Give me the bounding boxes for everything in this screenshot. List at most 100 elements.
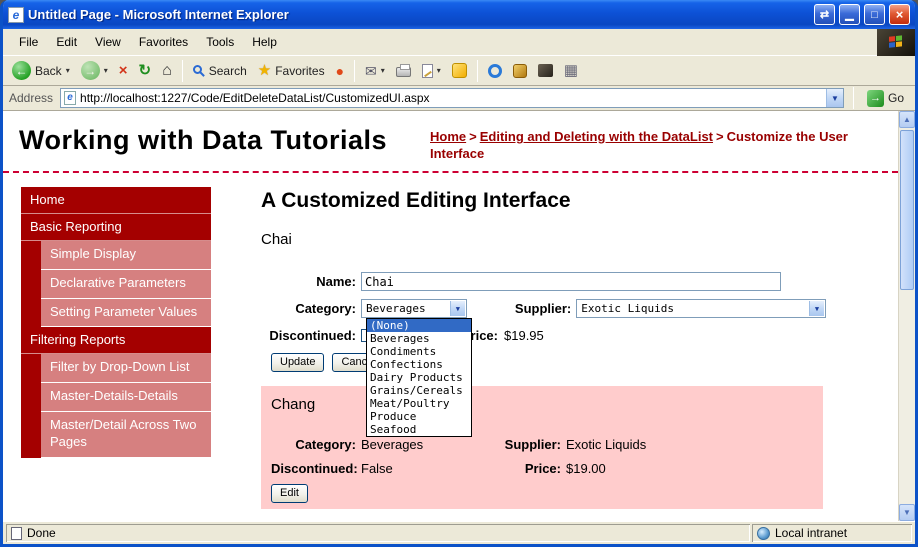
update-button[interactable]: Update <box>271 352 325 372</box>
supplier-dropdown-icon[interactable]: ▼ <box>809 301 824 317</box>
sidebar-nav: Home Basic Reporting Simple Display Decl… <box>21 186 211 459</box>
sidebar-item-master-details-details[interactable]: Master-Details-Details <box>41 383 211 413</box>
close-button[interactable]: × <box>889 4 910 25</box>
intranet-globe-icon <box>757 526 770 540</box>
page-icon: e <box>64 91 77 105</box>
address-dropdown-icon[interactable]: ▼ <box>825 89 843 107</box>
menu-help[interactable]: Help <box>244 32 285 52</box>
sidebar-item-simple-display[interactable]: Simple Display <box>41 240 211 270</box>
messenger-button[interactable] <box>447 60 472 81</box>
view-buttons-row: Edit <box>271 483 813 503</box>
status-left: Done <box>6 524 750 542</box>
maximize-button[interactable]: □ <box>864 4 885 25</box>
dropdown-option-confections[interactable]: Confections <box>367 358 471 371</box>
edit-button-toolbar[interactable]: ▾ <box>417 61 446 81</box>
category-dropdown-list: (None) Beverages Condiments Confections … <box>366 317 472 437</box>
category-label: Category: <box>295 301 356 317</box>
edit-button[interactable]: Edit <box>271 483 308 503</box>
back-icon: ← <box>12 61 31 80</box>
back-button[interactable]: ← Back ▾ <box>7 58 75 83</box>
sidebar-item-home[interactable]: Home <box>21 186 211 214</box>
content-row: Home Basic Reporting Simple Display Decl… <box>3 173 898 509</box>
dropdown-option-seafood[interactable]: Seafood <box>367 423 471 436</box>
print-button[interactable] <box>391 61 416 80</box>
browser-viewport: Working with Data Tutorials Home > Editing… <box>3 111 915 521</box>
search-button[interactable]: Search <box>188 61 252 81</box>
supplier-select-value: Exotic Liquids <box>581 302 674 316</box>
dropdown-option-meat-poultry[interactable]: Meat/Poultry <box>367 397 471 410</box>
grid-button[interactable]: ▦ <box>559 60 583 81</box>
view-category-row: Category: Beverages Supplier: Exotic Liq… <box>271 435 813 455</box>
view-discontinued-row: Discontinued: False Price: $19.00 <box>271 459 813 479</box>
dropdown-option-condiments[interactable]: Condiments <box>367 345 471 358</box>
menu-view[interactable]: View <box>87 32 129 52</box>
view-category-label: Category: <box>295 437 356 453</box>
favorites-button[interactable]: ★ Favorites <box>253 60 330 81</box>
menu-file[interactable]: File <box>11 32 46 52</box>
window-title: Untitled Page - Microsoft Internet Explo… <box>28 7 289 22</box>
forward-caret-icon: ▾ <box>103 66 108 75</box>
back-label: Back <box>35 63 62 78</box>
go-button[interactable]: → Go <box>863 88 911 109</box>
favorites-star-icon: ★ <box>257 62 272 79</box>
dropdown-option-grains-cereals[interactable]: Grains/Cereals <box>367 384 471 397</box>
sidebar-item-filter-by-dropdown-list[interactable]: Filter by Drop-Down List <box>41 354 211 384</box>
home-button[interactable]: ⌂ <box>157 60 177 82</box>
scroll-down-icon[interactable]: ▼ <box>899 504 915 521</box>
page-header: Working with Data Tutorials Home > Editing… <box>3 111 898 173</box>
breadcrumb-home-link[interactable]: Home <box>430 129 466 144</box>
mail-icon: ✉ <box>365 62 377 79</box>
messenger-icon <box>451 63 467 78</box>
binoculars-icon <box>537 64 553 77</box>
media-button[interactable]: ● <box>331 61 349 81</box>
print-icon <box>395 64 411 77</box>
supplier-select[interactable]: Exotic Liquids ▼ <box>576 299 826 319</box>
ie-throbber <box>877 28 915 56</box>
category-select[interactable]: Beverages ▼ <box>361 299 467 319</box>
page-title: A Customized Editing Interface <box>261 188 571 212</box>
vertical-scrollbar[interactable]: ▲ ▼ <box>898 111 915 521</box>
status-zone: Local intranet <box>752 524 912 542</box>
sidebar-item-setting-parameter-values[interactable]: Setting Parameter Values <box>41 298 211 328</box>
sidebar-item-filtering-reports[interactable]: Filtering Reports <box>21 327 211 355</box>
window-arrows-button[interactable]: ⇄ <box>814 4 835 25</box>
sidebar-item-basic-reporting[interactable]: Basic Reporting <box>21 213 211 241</box>
page-area: Working with Data Tutorials Home > Editing… <box>3 111 898 521</box>
edit-caret-icon: ▾ <box>436 66 441 75</box>
dropdown-option-produce[interactable]: Produce <box>367 410 471 423</box>
scroll-up-icon[interactable]: ▲ <box>899 111 915 128</box>
category-dropdown-icon[interactable]: ▼ <box>449 301 465 317</box>
discontinued-row: Discontinued: Price: $19.95 <box>261 326 826 346</box>
menu-tools[interactable]: Tools <box>198 32 242 52</box>
scrollbar-thumb[interactable] <box>900 130 914 290</box>
dropdown-option-none[interactable]: (None) <box>367 318 471 332</box>
discuss-button[interactable] <box>483 61 507 81</box>
discuss-icon <box>487 63 502 78</box>
research-button[interactable] <box>508 61 532 81</box>
status-page-icon <box>11 526 22 540</box>
grid-icon: ▦ <box>563 62 578 79</box>
refresh-button[interactable]: ↻ <box>133 60 156 81</box>
titlebar[interactable]: e Untitled Page - Microsoft Internet Exp… <box>3 0 915 29</box>
sidebar-item-master-detail-across-two-pages[interactable]: Master/Detail Across Two Pages <box>41 412 211 459</box>
breadcrumb-section-link[interactable]: Editing and Deleting with the DataList <box>480 129 713 144</box>
menu-favorites[interactable]: Favorites <box>131 32 196 52</box>
mail-button[interactable]: ✉ ▾ <box>360 61 390 81</box>
tools-extra-button[interactable] <box>533 61 558 80</box>
dropdown-option-dairy-products[interactable]: Dairy Products <box>367 371 471 384</box>
name-label: Name: <box>316 274 356 290</box>
scrollbar-track[interactable] <box>899 128 915 504</box>
address-input[interactable]: e http://localhost:1227/Code/EditDeleteD… <box>60 88 844 108</box>
stop-button[interactable]: × <box>114 60 133 81</box>
research-icon <box>512 63 527 78</box>
main-content: A Customized Editing Interface Chai Name… <box>261 187 826 509</box>
forward-button[interactable]: → ▾ <box>76 58 113 83</box>
sidebar-item-declarative-parameters[interactable]: Declarative Parameters <box>41 269 211 299</box>
status-bar: Done Local intranet <box>3 521 915 544</box>
minimize-button[interactable]: ▁ <box>839 4 860 25</box>
view-supplier-label: Supplier: <box>504 437 561 453</box>
dropdown-option-beverages[interactable]: Beverages <box>367 332 471 345</box>
menu-edit[interactable]: Edit <box>48 32 85 52</box>
media-icon: ● <box>335 62 345 79</box>
name-input[interactable]: Chai <box>361 272 781 292</box>
